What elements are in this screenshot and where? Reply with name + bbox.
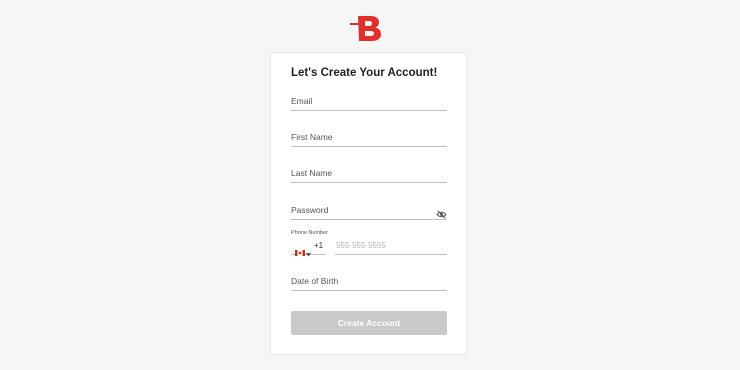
password-field[interactable]: Password <box>291 205 447 220</box>
chevron-down-icon <box>306 244 311 257</box>
country-code-select[interactable]: +1 <box>291 239 326 257</box>
date-of-birth-field[interactable]: Date of Birth <box>291 276 447 291</box>
phone-number-label: Phone Number <box>291 230 328 236</box>
brand-logo <box>350 13 384 43</box>
last-name-label: Last Name <box>291 168 333 178</box>
phone-number-input[interactable]: 555-555-5555 <box>335 239 447 255</box>
phone-placeholder: 555-555-5555 <box>336 241 386 250</box>
eye-slash-icon[interactable] <box>436 206 447 219</box>
dial-code: +1 <box>314 241 324 250</box>
first-name-field[interactable]: First Name <box>291 132 447 147</box>
email-label: Email <box>291 96 313 106</box>
signup-card: Let's Create Your Account! Email First N… <box>270 52 467 355</box>
first-name-label: First Name <box>291 132 333 142</box>
last-name-field[interactable]: Last Name <box>291 168 447 183</box>
canada-flag-icon <box>295 243 305 256</box>
date-of-birth-label: Date of Birth <box>291 276 339 286</box>
form-title: Let's Create Your Account! <box>291 67 438 79</box>
password-label: Password <box>291 205 329 215</box>
bitbuy-b-logo-icon <box>350 16 381 41</box>
email-field[interactable]: Email <box>291 96 447 111</box>
create-account-button[interactable]: Create Account <box>291 311 447 335</box>
